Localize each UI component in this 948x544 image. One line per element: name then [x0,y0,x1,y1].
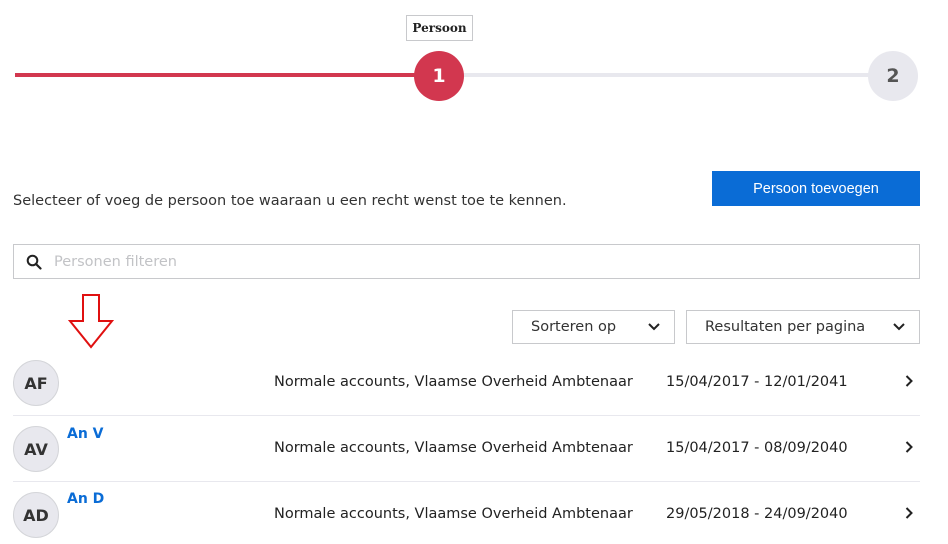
results-dropdown-label: Resultaten per pagina [705,319,866,335]
sort-dropdown[interactable]: Sorteren op [512,310,675,344]
chevron-right-icon[interactable] [905,375,913,387]
step-1-circle[interactable]: 1 [414,51,464,101]
annotation-arrow-down-icon [68,294,115,349]
search-field[interactable] [13,244,920,279]
person-name[interactable]: An V [67,426,104,442]
account-type: Normale accounts, Vlaamse Overheid Ambte… [274,440,633,456]
sort-dropdown-label: Sorteren op [531,319,617,335]
intro-text: Selecteer of voeg de persoon toe waaraan… [13,193,567,209]
account-type: Normale accounts, Vlaamse Overheid Ambte… [274,506,633,522]
person-name[interactable]: An D [67,491,104,507]
validity-period: 15/04/2017 - 08/09/2040 [666,440,848,456]
avatar: AF [13,360,59,406]
chevron-down-icon [648,323,660,331]
person-row[interactable]: AD An D Normale accounts, Vlaamse Overhe… [13,482,920,544]
account-type: Normale accounts, Vlaamse Overheid Ambte… [274,374,633,390]
step-tooltip: Persoon [406,15,473,41]
chevron-down-icon [893,323,905,331]
person-row[interactable]: AV An V Normale accounts, Vlaamse Overhe… [13,416,920,482]
validity-period: 15/04/2017 - 12/01/2041 [666,374,848,390]
chevron-right-icon[interactable] [905,441,913,453]
chevron-right-icon[interactable] [905,507,913,519]
person-row[interactable]: AF Normale accounts, Vlaamse Overheid Am… [13,350,920,416]
add-person-button[interactable]: Persoon toevoegen [712,171,920,206]
step-2-circle[interactable]: 2 [868,51,918,101]
step-progress-line-done [15,73,415,77]
avatar: AV [13,426,59,472]
avatar: AD [13,492,59,538]
validity-period: 29/05/2018 - 24/09/2040 [666,506,848,522]
step-progress-line-todo [464,73,870,77]
search-input[interactable] [54,245,919,278]
results-per-page-dropdown[interactable]: Resultaten per pagina [686,310,920,344]
search-icon [14,254,54,270]
